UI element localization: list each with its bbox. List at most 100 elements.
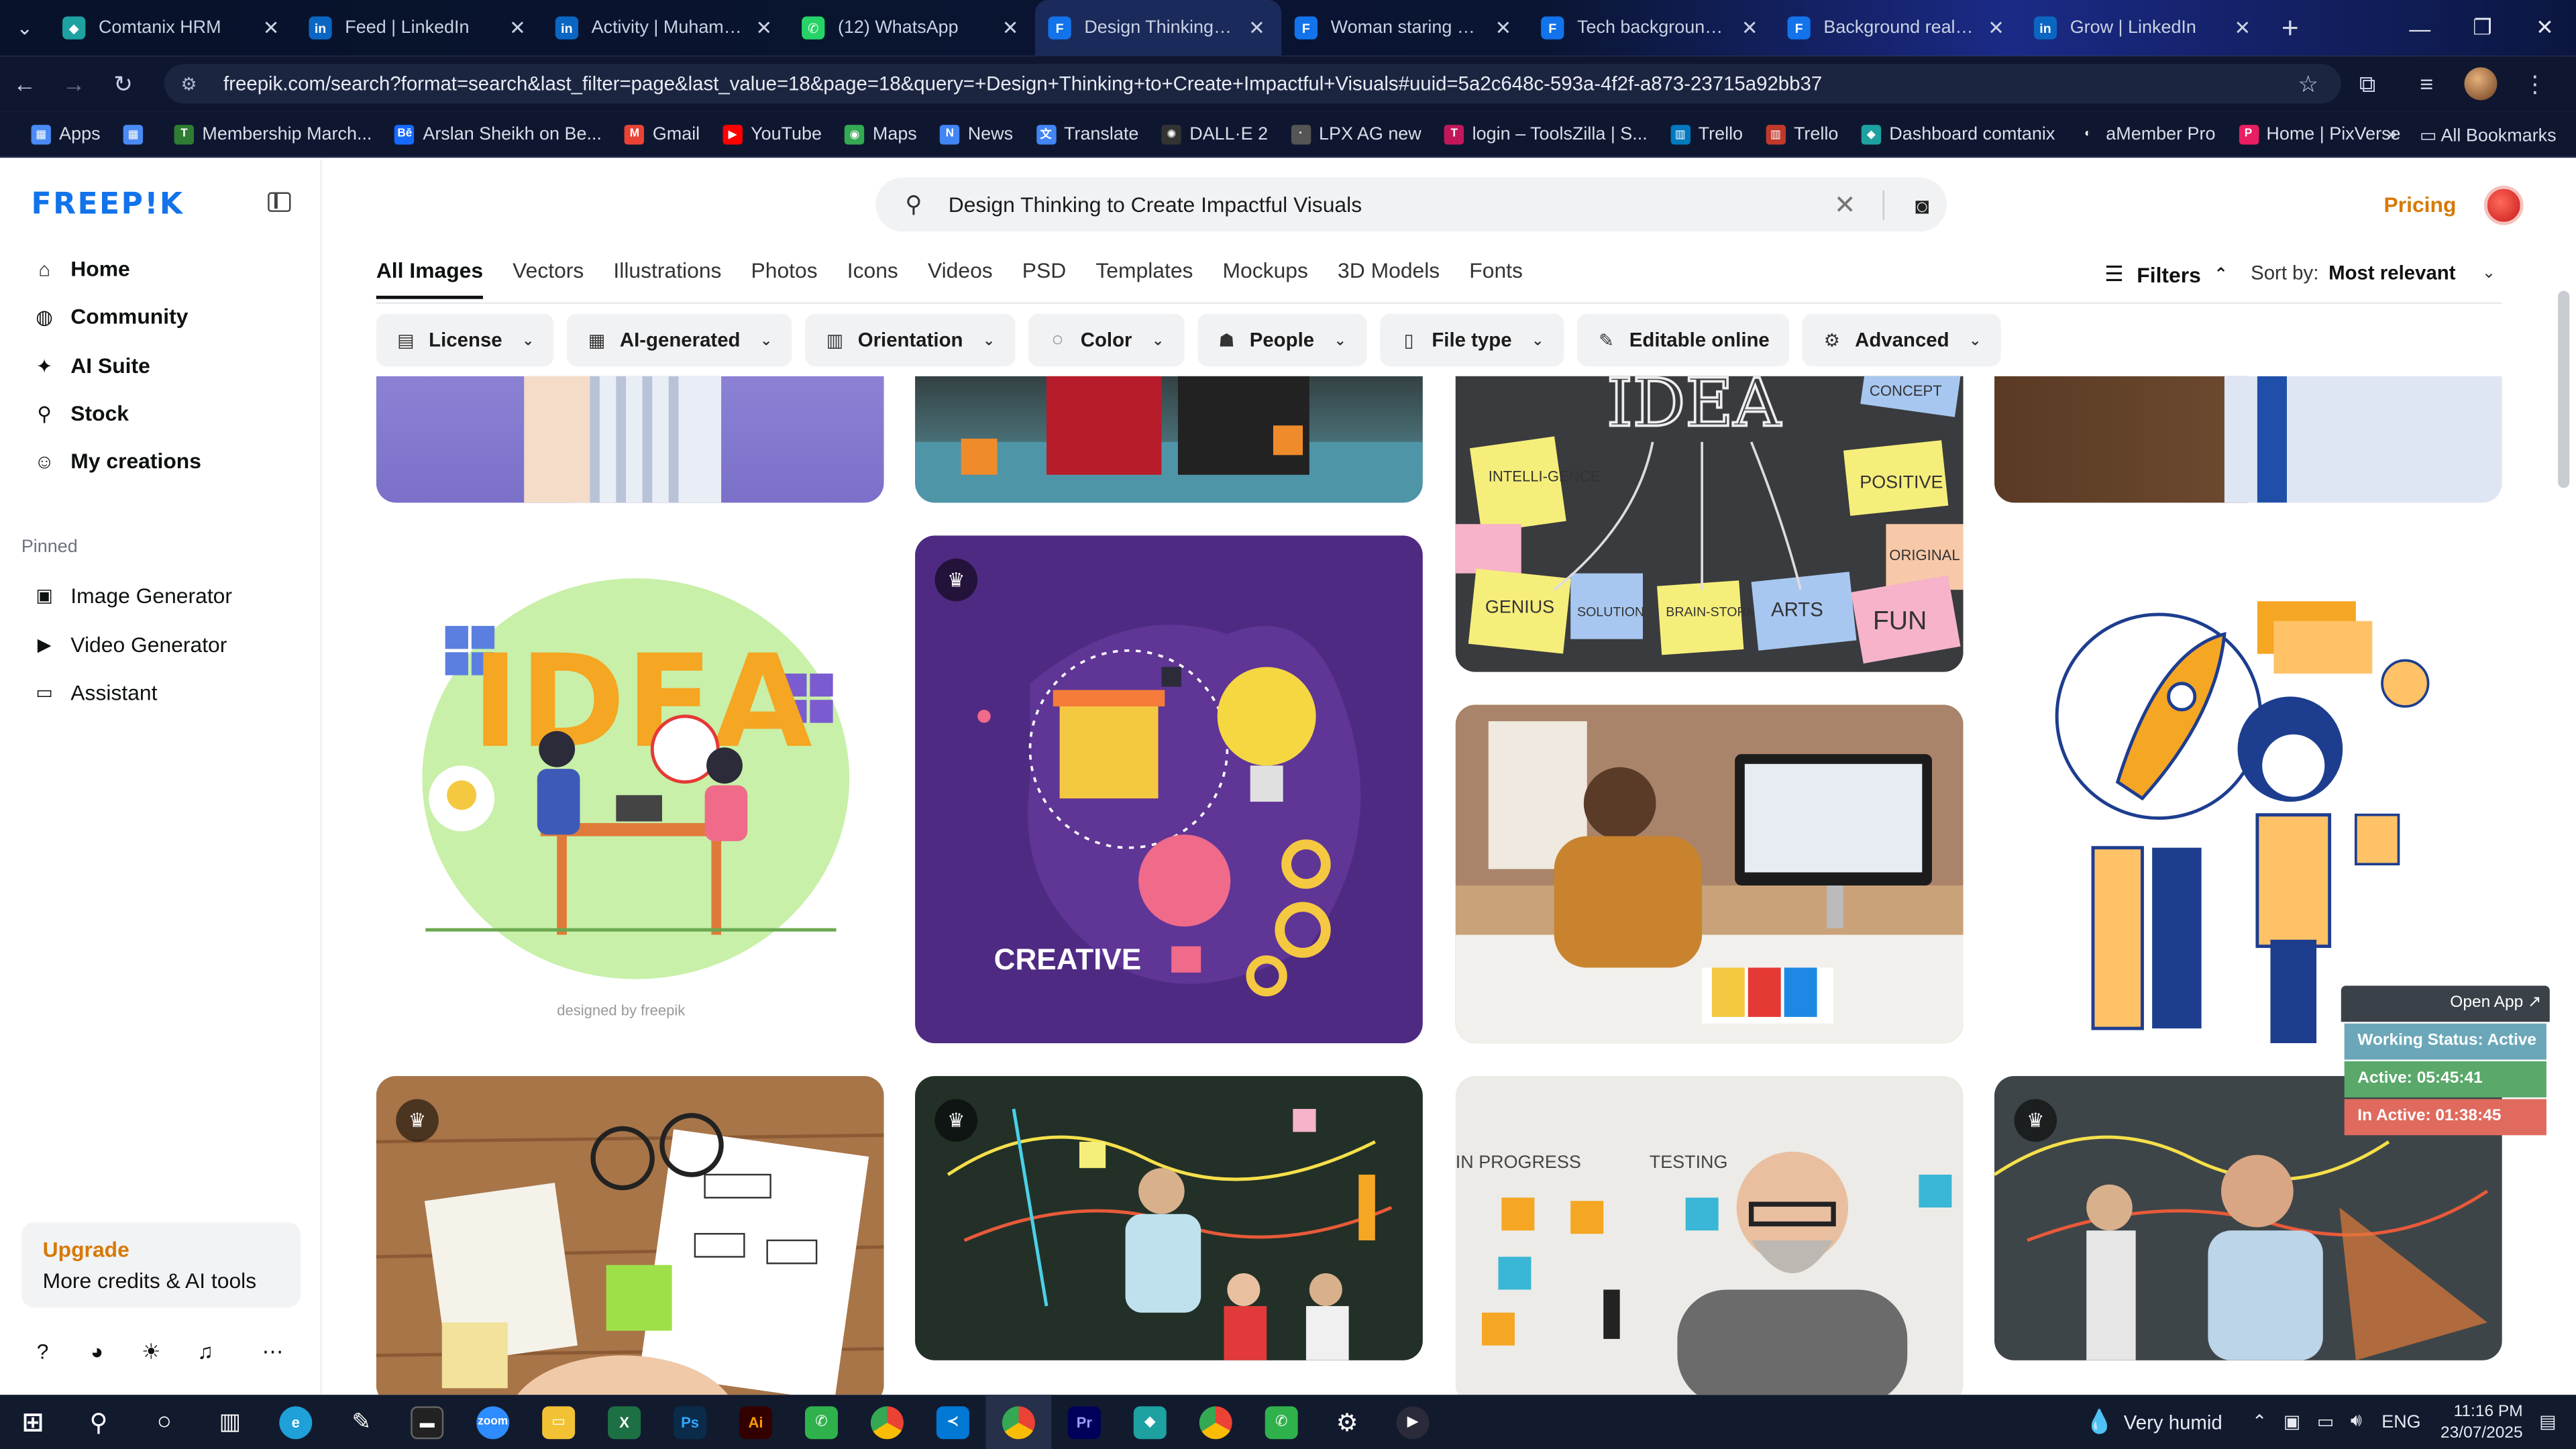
filter-chip-ai-generated[interactable]: ▦ AI-generated ⌄ <box>567 313 792 367</box>
restore-icon[interactable]: ❐ <box>2451 0 2514 56</box>
back-icon[interactable]: ← <box>0 56 49 111</box>
bookmark-item[interactable]: T Membership March... <box>163 123 384 144</box>
menu-icon[interactable]: ⋮ <box>2514 70 2557 98</box>
image-card[interactable]: IN PROGRESS TESTING <box>1455 1076 1964 1395</box>
app-green2-icon[interactable]: ✆ <box>1248 1395 1314 1449</box>
image-card[interactable]: ♛ <box>376 1076 884 1395</box>
sidebar-item-home[interactable]: ⌂ Home <box>33 256 130 281</box>
chrome-icon[interactable] <box>854 1395 920 1449</box>
bookmark-item[interactable]: M Gmail <box>613 123 711 144</box>
pricing-link[interactable]: Pricing <box>2383 193 2456 217</box>
tab-close-icon[interactable]: ✕ <box>2231 16 2254 39</box>
weather-widget[interactable]: 💧 Very humid <box>2085 1408 2222 1436</box>
tab-3d-models[interactable]: 3D Models <box>1338 258 1440 299</box>
tab-close-icon[interactable]: ✕ <box>1245 16 1268 39</box>
network-icon[interactable]: ▭ <box>2317 1411 2334 1432</box>
search-input[interactable]: Design Thinking to Create Impactful Visu… <box>949 193 1821 217</box>
tab-close-icon[interactable]: ✕ <box>1984 16 2007 39</box>
search-icon[interactable]: ⚲ <box>905 191 922 219</box>
bookmark-item[interactable]: ✺ DALL·E 2 <box>1150 123 1279 144</box>
image-card[interactable] <box>1455 704 1964 1044</box>
tab-close-icon[interactable]: ✕ <box>506 16 529 39</box>
tab-illustrations[interactable]: Illustrations <box>613 258 721 299</box>
bookmark-item[interactable]: 文 Translate <box>1024 123 1150 144</box>
bookmark-item[interactable]: ▥ Trello <box>1659 123 1754 144</box>
tab-close-icon[interactable]: ✕ <box>999 16 1022 39</box>
chrome-profile-icon[interactable] <box>1183 1395 1248 1449</box>
edge-icon[interactable]: e <box>263 1395 329 1449</box>
close-window-icon[interactable]: ✕ <box>2514 0 2576 56</box>
image-card[interactable] <box>1994 535 2502 1044</box>
extensions-icon[interactable]: ⧉ <box>2346 70 2389 98</box>
bookmark-star-icon[interactable]: ☆ <box>2287 70 2330 98</box>
user-avatar[interactable] <box>2483 185 2524 225</box>
filter-chip-advanced[interactable]: ⚙ Advanced ⌄ <box>1802 313 2001 367</box>
image-card[interactable]: IDEA CONCEPT INTELLI-GENCE POSITIVE ORIG… <box>1455 376 1964 672</box>
sidebar-item-image-generator[interactable]: ▣ Image Generator <box>33 583 232 608</box>
sidebar-item-ai-suite[interactable]: ✦ AI Suite <box>33 354 150 378</box>
pen-icon[interactable]: ✎ <box>329 1395 394 1449</box>
discord-icon[interactable]: ◕ <box>85 1339 108 1365</box>
image-card[interactable] <box>915 376 1423 503</box>
search-icon[interactable]: ⚲ <box>66 1395 131 1449</box>
address-bar[interactable]: ⚙ freepik.com/search?format=search&last_… <box>164 64 2341 104</box>
bookmark-item[interactable]: P Home | PixVerse <box>2227 123 2412 144</box>
bookmark-item[interactable]: Tlogin – ToolsZilla | S... <box>1433 123 1659 144</box>
photoshop-icon[interactable]: Ps <box>657 1395 723 1449</box>
bookmark-item[interactable]: · LPX AG new <box>1279 123 1433 144</box>
clear-search-icon[interactable]: ✕ <box>1820 188 1869 221</box>
bookmark-item[interactable]: ▦ <box>112 123 163 144</box>
tab-vectors[interactable]: Vectors <box>513 258 584 299</box>
tab-search-chevron-icon[interactable]: ⌄ <box>0 0 49 56</box>
notification-center-icon[interactable]: ▤ <box>2539 1411 2556 1432</box>
bookmark-item[interactable]: ◆ Dashboard comtanix <box>1850 123 2067 144</box>
chrome-active-icon[interactable] <box>985 1395 1052 1449</box>
more-icon[interactable]: ⋯ <box>261 1339 284 1365</box>
tray-app-icon[interactable]: ▣ <box>2284 1411 2300 1432</box>
bookmark-item[interactable]: ◉ Maps <box>833 123 928 144</box>
page-scrollbar[interactable] <box>2558 290 2570 488</box>
image-card[interactable]: ♛ CREATIVE <box>915 535 1423 1044</box>
bookmark-item[interactable]: ◐ aMember Pro <box>2067 124 2227 144</box>
browser-tab[interactable]: F Woman staring at a l ✕ <box>1281 0 1527 56</box>
all-bookmarks-button[interactable]: ▭ All Bookmarks <box>2420 124 2557 145</box>
image-card[interactable]: IDEA designed by freepik <box>376 535 884 1044</box>
tab-videos[interactable]: Videos <box>928 258 993 299</box>
browser-tab[interactable]: in Activity | Muhammad ✕ <box>542 0 788 56</box>
tab-templates[interactable]: Templates <box>1095 258 1193 299</box>
browser-tab[interactable]: F Tech background vec ✕ <box>1528 0 1774 56</box>
theme-icon[interactable]: ☀ <box>140 1339 162 1365</box>
terminal-icon[interactable]: ▬ <box>394 1395 460 1449</box>
file-explorer-icon[interactable]: ▭ <box>526 1395 592 1449</box>
windows-start-icon[interactable]: ⊞ <box>0 1395 66 1449</box>
app-green-icon[interactable]: ✆ <box>789 1395 855 1449</box>
sort-dropdown[interactable]: Sort by: Most relevant ⌄ <box>2251 261 2496 284</box>
browser-tab[interactable]: F Background realistic ✕ <box>1774 0 2021 56</box>
freepik-logo[interactable]: FREEP!K <box>32 187 184 221</box>
bookmark-item[interactable]: N News <box>928 123 1024 144</box>
tab-fonts[interactable]: Fonts <box>1469 258 1523 299</box>
tab-close-icon[interactable]: ✕ <box>753 16 775 39</box>
reload-icon[interactable]: ↻ <box>99 56 148 111</box>
more-bookmarks-icon[interactable]: » <box>2387 125 2397 144</box>
image-card[interactable] <box>1994 376 2502 503</box>
sidebar-item-my-creations[interactable]: ☺ My creations <box>33 449 201 474</box>
browser-tab[interactable]: ◆ Comtanix HRM ✕ <box>49 0 295 56</box>
tab-all-images[interactable]: All Images <box>376 258 484 299</box>
volume-icon[interactable]: 🔊︎ <box>2351 1411 2362 1433</box>
premiere-icon[interactable]: Pr <box>1051 1395 1117 1449</box>
media-control-icon[interactable]: ≡ <box>2405 70 2448 97</box>
camera-search-icon[interactable]: ◙ <box>1898 191 1947 217</box>
bookmark-item[interactable]: ▶ YouTube <box>711 123 833 144</box>
sidebar-item-stock[interactable]: ⚲ Stock <box>33 401 129 426</box>
browser-tab[interactable]: ✆ (12) WhatsApp ✕ <box>789 0 1035 56</box>
bookmark-item[interactable]: Bē Arslan Sheikh on Be... <box>384 123 613 144</box>
browser-tab[interactable]: in Feed | LinkedIn ✕ <box>296 0 542 56</box>
illustrator-icon[interactable]: Ai <box>723 1395 789 1449</box>
site-info-icon[interactable]: ⚙ <box>180 73 203 94</box>
filter-chip-license[interactable]: ▤ License ⌄ <box>376 313 554 367</box>
language-indicator[interactable]: ENG <box>2381 1412 2420 1432</box>
upgrade-card[interactable]: Upgrade More credits & AI tools <box>21 1222 301 1308</box>
task-view-icon[interactable]: ▥ <box>197 1395 263 1449</box>
tab-close-icon[interactable]: ✕ <box>1738 16 1761 39</box>
